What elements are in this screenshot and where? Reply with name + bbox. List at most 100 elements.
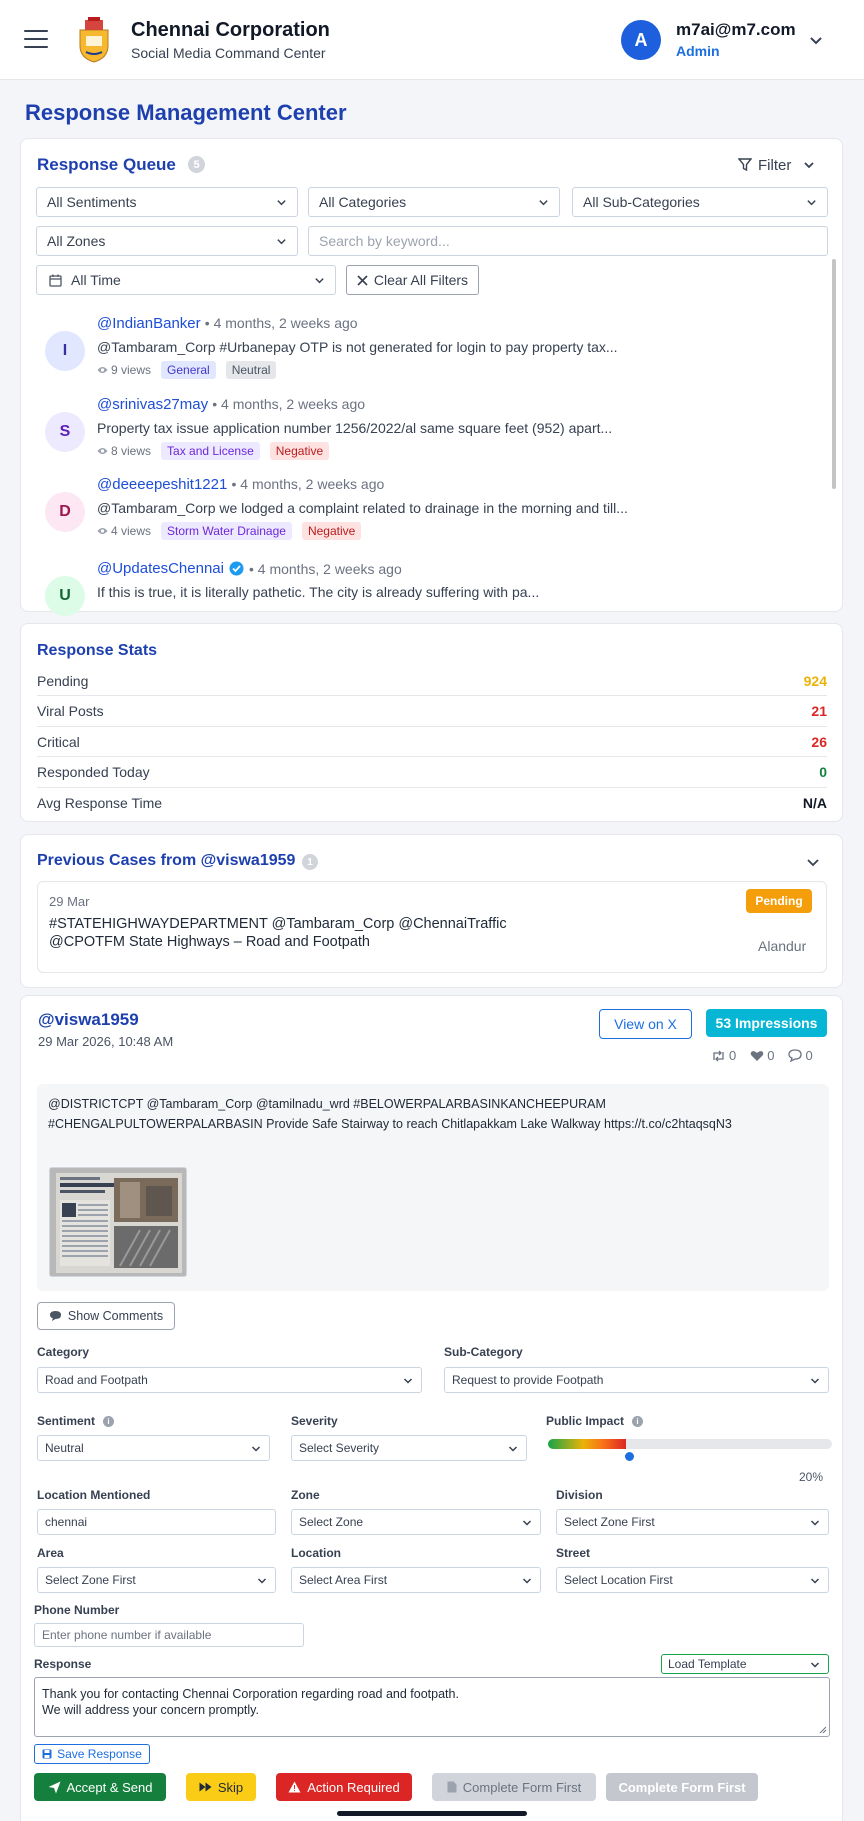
queue-item[interactable]: D @deeeepeshit1221 • 4 months, 2 weeks a…	[21, 476, 831, 554]
division-select-value: Select Zone First	[564, 1515, 655, 1529]
sentiment-select-value: Neutral	[45, 1441, 84, 1455]
chevron-down-icon	[251, 1446, 261, 1452]
handle-text: @srinivas27may	[97, 396, 209, 413]
views-text: 9 views	[111, 363, 152, 377]
save-response-label: Save Response	[57, 1747, 142, 1761]
queue-item-meta: 9 views General Neutral	[97, 361, 277, 379]
sentiment-select[interactable]: Neutral	[37, 1435, 270, 1461]
action-required-label: Action Required	[307, 1779, 400, 1795]
like-value: 0	[767, 1048, 775, 1063]
stat-value: 924	[803, 672, 827, 689]
handle-text: @UpdatesChennai	[97, 560, 224, 577]
stat-label: Viral Posts	[37, 703, 104, 719]
public-impact-slider[interactable]	[548, 1439, 832, 1449]
slider-handle[interactable]	[625, 1452, 634, 1461]
time-filter[interactable]: All Time	[36, 265, 336, 295]
chevron-down-icon	[508, 1446, 518, 1452]
filter-label: Filter	[758, 156, 792, 174]
subcategory-filter[interactable]: All Sub-Categories	[572, 187, 828, 217]
location-mentioned-input[interactable]: chennai	[37, 1509, 276, 1535]
stat-row: Pending 924	[37, 666, 827, 696]
menu-icon[interactable]	[24, 30, 48, 50]
clear-filters-button[interactable]: Clear All Filters	[346, 265, 479, 295]
tweet-attached-image[interactable]	[49, 1167, 187, 1277]
info-icon[interactable]: i	[632, 1416, 644, 1427]
subcategory-select[interactable]: Request to provide Footpath	[444, 1367, 829, 1393]
phone-input[interactable]: Enter phone number if available	[34, 1623, 304, 1647]
chevron-down-icon[interactable]	[808, 32, 824, 48]
zone-filter[interactable]: All Zones	[36, 226, 298, 256]
retweet-icon	[713, 1050, 724, 1061]
info-icon[interactable]: i	[103, 1416, 115, 1427]
complete-form-first-button-secondary[interactable]: Complete Form First	[606, 1773, 758, 1801]
location-select[interactable]: Select Area First	[291, 1567, 541, 1593]
queue-item-handle[interactable]: @UpdatesChennai • 4 months, 2 weeks ago	[97, 560, 402, 577]
location-mentioned-label: Location Mentioned	[37, 1488, 151, 1502]
zone-select[interactable]: Select Zone	[291, 1509, 541, 1535]
action-required-button[interactable]: Action Required	[276, 1773, 412, 1801]
verified-icon	[229, 561, 244, 576]
filter-icon	[738, 158, 752, 172]
stat-value: 26	[811, 733, 827, 750]
chevron-down-icon	[277, 239, 286, 245]
close-icon	[357, 274, 368, 286]
skip-button[interactable]: Skip	[186, 1773, 256, 1801]
case-date: 29 Mar	[49, 894, 90, 909]
handle-text: @deeeepeshit1221	[97, 476, 228, 493]
chevron-down-icon[interactable]	[806, 855, 820, 869]
accept-send-button[interactable]: Accept & Send	[34, 1773, 166, 1801]
chevron-down-icon	[257, 1578, 267, 1584]
response-textarea[interactable]: Thank you for contacting Chennai Corpora…	[34, 1677, 830, 1737]
queue-item-text: @Tambaram_Corp #Urbanepay OTP is not gen…	[97, 339, 618, 355]
queue-item[interactable]: S @srinivas27may • 4 months, 2 weeks ago…	[21, 396, 831, 474]
queue-item-avatar: D	[45, 492, 85, 532]
severity-select-value: Select Severity	[299, 1441, 380, 1455]
queue-item-handle[interactable]: @IndianBanker • 4 months, 2 weeks ago	[97, 315, 358, 332]
newspaper-clipping-image	[50, 1168, 186, 1276]
sentiment-label-text: Sentiment	[37, 1414, 96, 1428]
filter-button[interactable]: Filter	[738, 153, 828, 177]
street-select[interactable]: Select Location First	[556, 1567, 829, 1593]
queue-item[interactable]: I @IndianBanker • 4 months, 2 weeks ago …	[21, 315, 831, 393]
queue-item[interactable]: U @UpdatesChennai • 4 months, 2 weeks ago…	[21, 560, 831, 616]
sentiment-label: Sentiment i	[37, 1414, 115, 1428]
complete-form-first-button[interactable]: Complete Form First	[432, 1773, 596, 1801]
top-bar: Chennai Corporation Social Media Command…	[0, 0, 864, 80]
user-avatar[interactable]: A	[621, 20, 661, 60]
queue-item-time: • 4 months, 2 weeks ago	[212, 396, 366, 412]
area-select[interactable]: Select Zone First	[37, 1567, 276, 1593]
view-on-x-button[interactable]: View on X	[599, 1009, 692, 1039]
chevron-down-icon	[810, 1520, 820, 1526]
complete-form-first-label: Complete Form First	[462, 1779, 582, 1795]
comment-icon	[788, 1049, 803, 1062]
stat-label: Avg Response Time	[37, 795, 163, 811]
accept-send-label: Accept & Send	[66, 1779, 153, 1795]
save-response-button[interactable]: Save Response	[34, 1744, 150, 1764]
load-template-select[interactable]: Load Template	[661, 1654, 829, 1674]
keyword-search-input[interactable]: Search by keyword...	[308, 226, 828, 256]
queue-item-handle[interactable]: @deeeepeshit1221 • 4 months, 2 weeks ago	[97, 476, 384, 493]
queue-title: Response Queue	[37, 155, 176, 174]
views-count: 4 views	[97, 524, 151, 538]
handle-text: @IndianBanker	[97, 315, 201, 332]
home-indicator[interactable]	[337, 1811, 527, 1816]
previous-case-item[interactable]: 29 Mar #STATEHIGHWAYDEPARTMENT @Tambaram…	[37, 881, 827, 973]
subcategory-filter-value: All Sub-Categories	[583, 194, 700, 210]
severity-select[interactable]: Select Severity	[291, 1435, 527, 1461]
impressions-badge: 53 Impressions	[706, 1009, 827, 1037]
stat-row: Viral Posts 21	[37, 697, 827, 727]
chevron-down-icon	[810, 1578, 820, 1584]
show-comments-button[interactable]: Show Comments	[37, 1302, 175, 1330]
user-email[interactable]: m7ai@m7.com	[676, 20, 796, 40]
category-filter[interactable]: All Categories	[308, 187, 560, 217]
chevron-down-icon	[522, 1578, 532, 1584]
show-comments-label: Show Comments	[67, 1309, 164, 1323]
post-author-handle[interactable]: @viswa1959	[38, 1010, 139, 1030]
queue-item-handle[interactable]: @srinivas27may • 4 months, 2 weeks ago	[97, 396, 365, 413]
queue-scrollbar[interactable]	[832, 259, 836, 489]
sentiment-filter[interactable]: All Sentiments	[36, 187, 298, 217]
division-select[interactable]: Select Zone First	[556, 1509, 829, 1535]
resize-handle-icon[interactable]	[819, 1726, 827, 1734]
category-select[interactable]: Road and Footpath	[37, 1367, 422, 1393]
org-name: Chennai Corporation	[131, 19, 330, 41]
